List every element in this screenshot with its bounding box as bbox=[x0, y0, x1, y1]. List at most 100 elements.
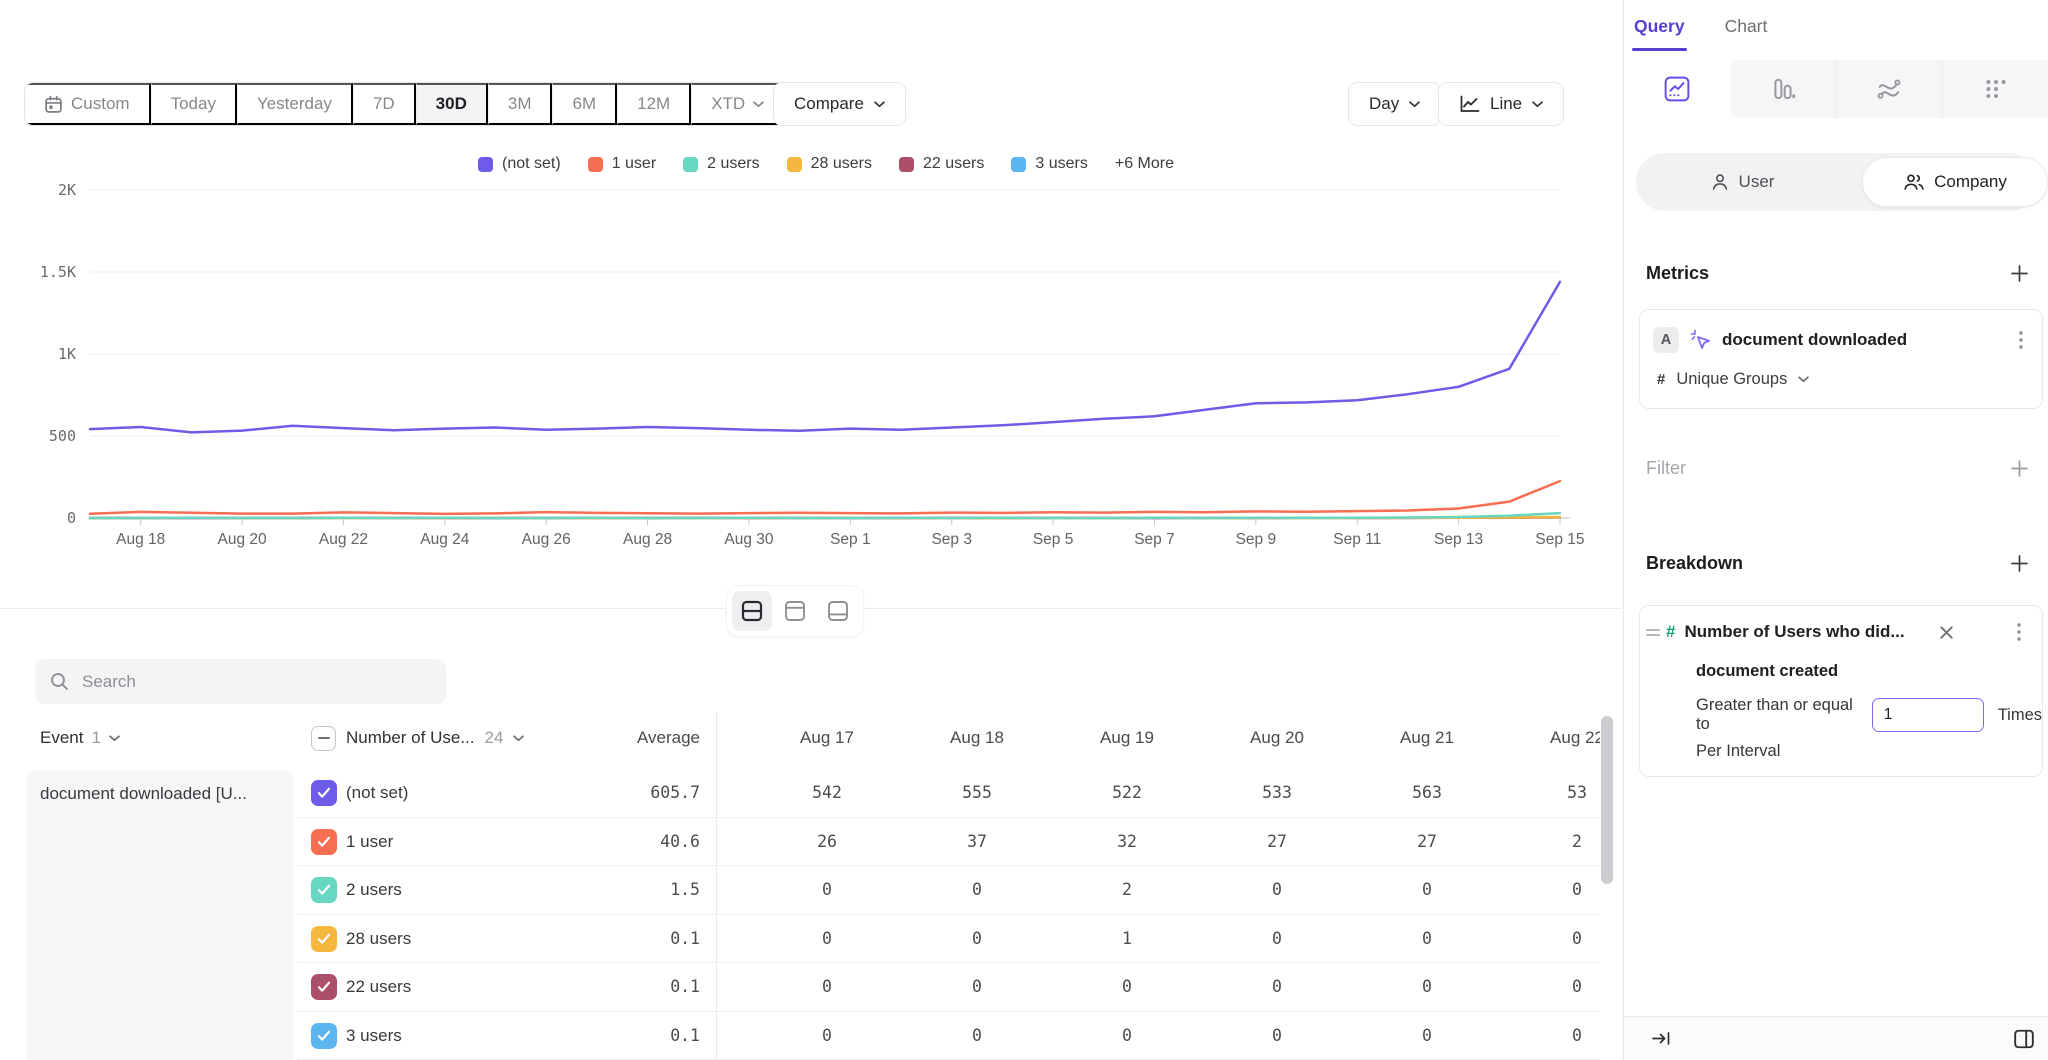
range-button-3m[interactable]: 3M bbox=[488, 83, 553, 125]
per-interval-label: Per Interval bbox=[1696, 742, 1780, 761]
tab-query[interactable]: Query bbox=[1634, 16, 1685, 51]
interval-button[interactable]: Day bbox=[1348, 82, 1441, 126]
row-checkbox[interactable] bbox=[311, 926, 337, 952]
metrics-title: Metrics bbox=[1646, 263, 1709, 284]
date-column-header: Aug 17 bbox=[752, 723, 902, 753]
range-button-xtd[interactable]: XTD bbox=[691, 83, 785, 125]
date-column-header: Aug 18 bbox=[902, 723, 1052, 753]
x-axis-label: Sep 5 bbox=[1033, 531, 1074, 548]
filter-title: Filter bbox=[1646, 458, 1686, 479]
cell-value: 0 bbox=[752, 866, 902, 915]
remove-breakdown-button[interactable] bbox=[1937, 623, 1955, 641]
range-button-custom[interactable]: Custom bbox=[25, 83, 151, 125]
range-button-12m[interactable]: 12M bbox=[617, 83, 691, 125]
calendar-icon bbox=[44, 95, 63, 114]
range-button-today[interactable]: Today bbox=[151, 83, 237, 125]
filter-section-header: Filter bbox=[1646, 455, 2032, 481]
chart-type-bar[interactable] bbox=[1730, 60, 1836, 118]
range-button-yesterday[interactable]: Yesterday bbox=[237, 83, 353, 125]
event-sparkle-icon bbox=[1689, 329, 1711, 351]
drag-handle-icon[interactable] bbox=[1646, 629, 1660, 636]
chart-type-flow[interactable] bbox=[1836, 60, 1943, 118]
add-metric-button[interactable] bbox=[2006, 260, 2032, 286]
metric-event-row[interactable]: A document downloaded bbox=[1653, 326, 2032, 354]
cell-value: 0 bbox=[902, 963, 1052, 1012]
breakdown-card-header: # Number of Users who did... bbox=[1646, 619, 2030, 645]
layout-chart-only-button[interactable] bbox=[775, 591, 815, 631]
table-body: (not set)605.7542555522533563531 user40.… bbox=[297, 769, 1600, 1060]
row-checkbox[interactable] bbox=[311, 829, 337, 855]
user-option-label: User bbox=[1739, 172, 1775, 192]
entity-company-option[interactable]: Company bbox=[1862, 157, 2048, 207]
series-label: 28 users bbox=[346, 915, 411, 964]
cell-value: 0 bbox=[1202, 915, 1352, 964]
event-cell[interactable]: document downloaded [U... bbox=[26, 771, 294, 1060]
range-label: XTD bbox=[711, 94, 745, 114]
chart-type-line[interactable] bbox=[1624, 60, 1730, 118]
date-column-header: Aug 19 bbox=[1052, 723, 1202, 753]
bar-chart-icon bbox=[1770, 76, 1796, 102]
compare-button[interactable]: Compare bbox=[773, 82, 906, 126]
x-axis-label: Aug 30 bbox=[724, 531, 774, 548]
check-icon bbox=[317, 1030, 331, 1042]
kebab-icon bbox=[2017, 623, 2021, 641]
cell-value: 563 bbox=[1352, 769, 1502, 818]
condition-value-input[interactable] bbox=[1872, 698, 1984, 732]
condition-operator[interactable]: Greater than or equal to bbox=[1696, 696, 1858, 734]
metric-card: A document downloaded # Unique Groups bbox=[1639, 309, 2043, 409]
chart-type-scatter[interactable] bbox=[1942, 60, 2048, 118]
range-label: Yesterday bbox=[257, 94, 332, 114]
cell-value: 0 bbox=[1052, 1012, 1202, 1060]
check-icon bbox=[317, 981, 331, 993]
breakdown-menu-button[interactable] bbox=[2008, 621, 2030, 643]
plus-icon bbox=[2011, 265, 2028, 282]
arrow-to-line-icon bbox=[1652, 1031, 1671, 1046]
cell-value: 26 bbox=[752, 818, 902, 867]
range-button-6m[interactable]: 6M bbox=[552, 83, 617, 125]
cell-value: 0 bbox=[902, 866, 1052, 915]
row-checkbox[interactable] bbox=[311, 877, 337, 903]
breakdown-event[interactable]: document created bbox=[1696, 662, 1838, 681]
add-filter-button[interactable] bbox=[2006, 455, 2032, 481]
check-icon bbox=[317, 787, 331, 799]
breakdown-hash: # bbox=[1666, 622, 1675, 642]
cell-value: 53 bbox=[1502, 769, 1600, 818]
toggle-sidebar-button[interactable] bbox=[2013, 1028, 2035, 1050]
range-button-7d[interactable]: 7D bbox=[353, 83, 416, 125]
collapse-panel-button[interactable] bbox=[1652, 1031, 1671, 1046]
tab-chart[interactable]: Chart bbox=[1725, 16, 1768, 51]
x-axis-label: Aug 22 bbox=[319, 531, 368, 548]
sidebar-footer bbox=[1624, 1016, 2048, 1060]
row-checkbox[interactable] bbox=[311, 780, 337, 806]
chart-type-button[interactable]: Line bbox=[1438, 82, 1564, 126]
x-axis-label: Sep 7 bbox=[1134, 531, 1175, 548]
search-icon bbox=[50, 672, 69, 691]
layout-split-button[interactable] bbox=[732, 591, 772, 631]
layout-table-only-button[interactable] bbox=[818, 591, 858, 631]
table-row: 28 users0.1001000 bbox=[297, 915, 1600, 964]
series-line--not-set- bbox=[90, 282, 1560, 433]
range-label: 6M bbox=[572, 94, 596, 114]
search-input[interactable] bbox=[82, 672, 422, 692]
add-breakdown-button[interactable] bbox=[2006, 550, 2032, 576]
line-chart-icon bbox=[1664, 76, 1690, 102]
chevron-down-icon bbox=[874, 101, 885, 108]
entity-user-option[interactable]: User bbox=[1636, 153, 1848, 211]
measure-selector[interactable]: # Unique Groups bbox=[1657, 370, 1809, 389]
table-scrollbar[interactable] bbox=[1601, 716, 1613, 884]
bottom-panel-icon bbox=[827, 600, 849, 622]
chevron-down-icon bbox=[1409, 101, 1420, 108]
row-checkbox[interactable] bbox=[311, 1023, 337, 1049]
measure-label: Unique Groups bbox=[1676, 370, 1787, 389]
series-label: 3 users bbox=[346, 1012, 402, 1060]
row-checkbox[interactable] bbox=[311, 974, 337, 1000]
cell-value: 0 bbox=[1052, 963, 1202, 1012]
interval-label: Day bbox=[1369, 94, 1399, 114]
date-column-header: Aug 21 bbox=[1352, 723, 1502, 753]
metric-menu-button[interactable] bbox=[2010, 329, 2032, 351]
series-label: (not set) bbox=[346, 769, 408, 818]
range-button-30d[interactable]: 30D bbox=[416, 83, 488, 125]
cell-value: 0 bbox=[902, 1012, 1052, 1060]
cell-value: 32 bbox=[1052, 818, 1202, 867]
breakdown-title: Breakdown bbox=[1646, 553, 1743, 574]
